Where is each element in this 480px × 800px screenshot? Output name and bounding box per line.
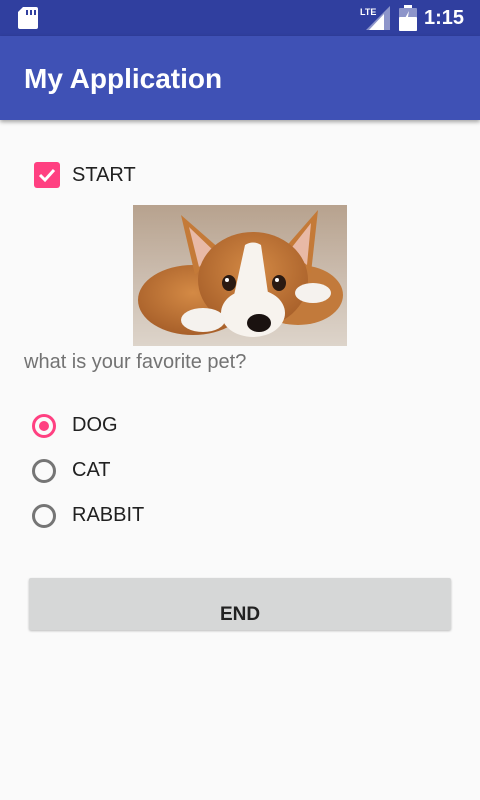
network-label: LTE	[360, 7, 376, 17]
radio-option-dog[interactable]: DOG	[32, 403, 144, 448]
app-title: My Application	[24, 63, 223, 94]
radio-unchecked-icon[interactable]	[32, 458, 56, 483]
status-bar: LTE 1:15	[0, 0, 480, 36]
end-button[interactable]: END	[29, 578, 451, 630]
lte-signal-icon: LTE	[360, 6, 390, 30]
checkbox-checked-icon[interactable]	[34, 162, 60, 188]
end-button-label: END	[219, 604, 261, 625]
start-checkbox[interactable]: START	[34, 160, 136, 190]
corgi-puppy-image	[133, 205, 347, 346]
status-time: 1:15	[424, 7, 465, 29]
radio-unchecked-icon[interactable]	[32, 503, 56, 528]
start-checkbox-label: START	[72, 163, 136, 186]
radio-option-rabbit[interactable]: RABBIT	[32, 493, 144, 538]
app-bar: My Application	[0, 36, 480, 120]
radio-checked-icon[interactable]	[32, 413, 56, 438]
radio-label-cat: CAT	[72, 459, 111, 481]
radio-label-rabbit: RABBIT	[72, 504, 145, 526]
radio-option-cat[interactable]: CAT	[32, 448, 144, 493]
checkmark-icon	[38, 168, 56, 183]
radio-label-dog: DOG	[72, 414, 118, 436]
pet-radio-group: DOG CAT RABBIT	[32, 403, 144, 538]
sd-card-icon	[18, 7, 38, 29]
battery-icon	[399, 5, 417, 31]
favorite-pet-question: what is your favorite pet?	[24, 351, 247, 373]
